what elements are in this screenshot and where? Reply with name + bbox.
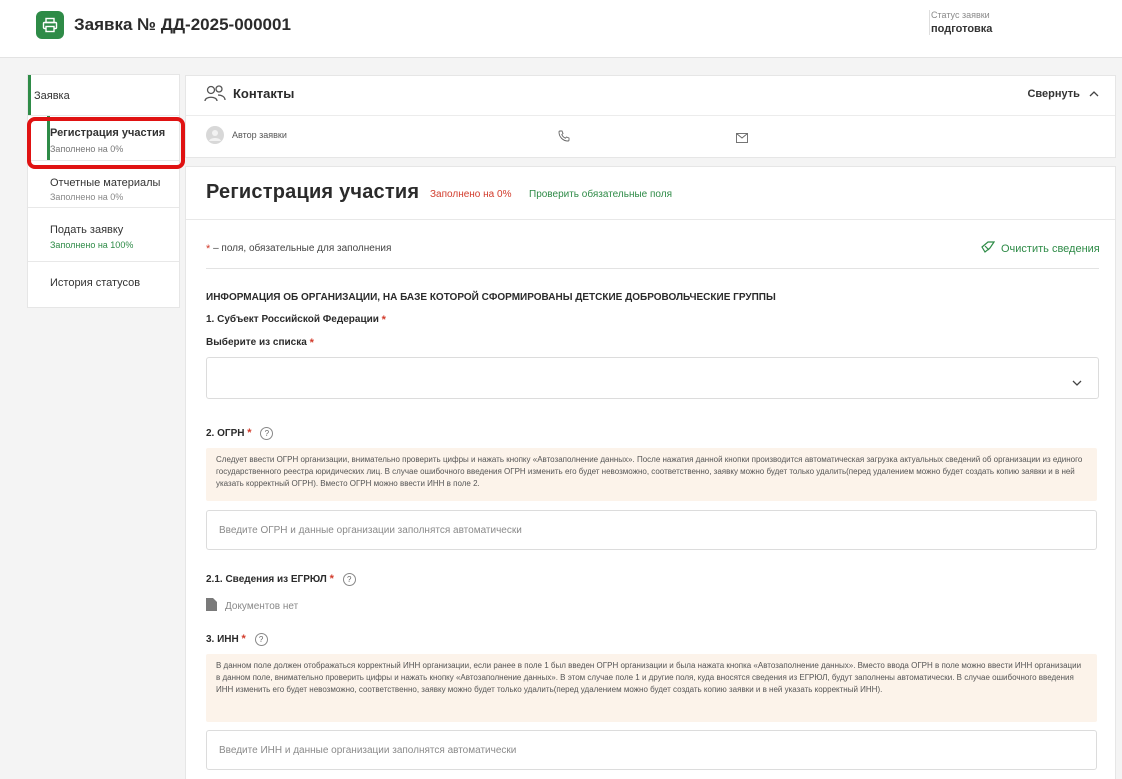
sidebar-item-application[interactable]: Заявка <box>28 75 179 116</box>
field-region-label: 1. Субъект Российской Федерации * <box>206 314 386 326</box>
section-heading: ИНФОРМАЦИЯ ОБ ОРГАНИЗАЦИИ, НА БАЗЕ КОТОР… <box>206 292 776 303</box>
help-icon[interactable]: ? <box>254 633 268 646</box>
divider <box>206 268 1099 269</box>
sidebar-item-label: Отчетные материалы <box>50 177 161 189</box>
inn-input[interactable] <box>206 730 1097 770</box>
sidebar-item-label: Подать заявку <box>50 224 124 236</box>
contacts-title: Контакты <box>233 86 295 101</box>
check-required-link[interactable]: Проверить обязательные поля <box>529 189 672 200</box>
clear-button[interactable]: Очистить сведения <box>981 241 1100 256</box>
field-egrul-label: 2.1. Сведения из ЕГРЮЛ * ? <box>206 573 356 586</box>
required-marker: * <box>247 427 252 439</box>
help-icon[interactable]: ? <box>260 427 274 440</box>
document-icon <box>206 598 217 614</box>
sidebar-item-label: История статусов <box>50 277 141 289</box>
eraser-icon <box>981 241 996 256</box>
field-label-text: 1. Субъект Российской Федерации <box>206 314 379 325</box>
status-value: подготовка <box>931 23 993 35</box>
sidebar-item-history[interactable]: История статусов <box>28 262 179 306</box>
collapse-button[interactable]: Свернуть <box>1027 88 1099 100</box>
sidebar-item-submit[interactable]: Подать заявку Заполнено на 100% <box>28 208 179 262</box>
status-caption: Статус заявки <box>931 10 990 20</box>
ogrn-hint: Следует ввести ОГРН организации, внимате… <box>206 448 1097 501</box>
page-title: Заявка № ДД-2025-000001 <box>74 15 291 34</box>
collapse-label: Свернуть <box>1027 88 1080 100</box>
highlight-frame <box>27 117 185 169</box>
fill-status: Заполнено на 0% <box>430 189 512 200</box>
divider <box>186 115 1115 116</box>
sidebar: Заявка Регистрация участия Заполнено на … <box>27 74 180 308</box>
region-select[interactable] <box>206 357 1099 399</box>
author-label: Автор заявки <box>232 130 287 140</box>
field-inn-label: 3. ИНН * ? <box>206 633 268 646</box>
required-marker: * <box>329 573 334 585</box>
required-marker: * <box>206 243 211 255</box>
sidebar-item-progress: Заполнено на 100% <box>50 240 134 250</box>
ogrn-input[interactable] <box>206 510 1097 550</box>
users-icon <box>204 85 226 108</box>
egrul-documents: Документов нет <box>206 598 298 614</box>
field-label-text: 3. ИНН <box>206 634 239 646</box>
documents-empty-text: Документов нет <box>225 600 299 612</box>
status-block: Статус заявки подготовка <box>929 10 1111 35</box>
help-icon[interactable]: ? <box>342 573 356 586</box>
sidebar-item-label: Заявка <box>34 90 70 102</box>
form-title: Регистрация участия <box>206 181 420 203</box>
required-marker: * <box>241 633 246 645</box>
inn-hint: В данном поле должен отображаться коррек… <box>206 654 1097 722</box>
field-label-text: 2. ОГРН <box>206 428 245 440</box>
sidebar-item-progress: Заполнено на 0% <box>50 192 124 202</box>
required-marker: * <box>309 337 314 349</box>
phone-icon[interactable] <box>558 129 570 147</box>
field-region-sublabel: Выберите из списка * <box>206 337 314 349</box>
registration-form: Регистрация участия Заполнено на 0% Пров… <box>185 166 1116 779</box>
required-note-text: – поля, обязательные для заполнения <box>213 243 392 254</box>
required-note: * – поля, обязательные для заполнения <box>206 243 391 255</box>
chevron-down-icon <box>1072 374 1082 392</box>
chevron-up-icon <box>1089 88 1099 100</box>
contacts-card: Контакты Свернуть Автор заявки <box>185 75 1116 158</box>
printer-icon[interactable] <box>36 11 64 39</box>
field-label-text: Выберите из списка <box>206 337 307 348</box>
divider <box>186 219 1115 220</box>
avatar <box>206 126 224 149</box>
field-ogrn-label: 2. ОГРН * ? <box>206 427 274 440</box>
field-label-text: 2.1. Сведения из ЕГРЮЛ <box>206 574 327 586</box>
mail-icon[interactable] <box>736 130 748 148</box>
clear-button-label: Очистить сведения <box>1001 242 1100 255</box>
required-marker: * <box>381 314 386 326</box>
header: Заявка № ДД-2025-000001 Статус заявки по… <box>0 0 1122 58</box>
